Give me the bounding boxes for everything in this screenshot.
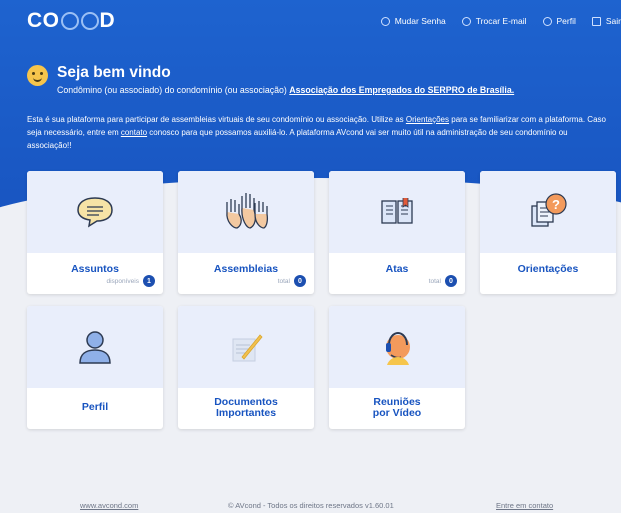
welcome-subtitle: Condômino (ou associado) do condomínio (… [57,85,514,95]
card-meta-text: total [277,277,290,285]
gear-icon [542,16,552,26]
card-icon-area [27,306,163,388]
change-email-link[interactable]: Trocar E-mail [461,16,527,26]
card-documentos-importantes[interactable]: Documentos Importantes [178,306,314,429]
card-label: Reuniões por Vídeo [329,397,465,419]
card-label: Documentos Importantes [178,397,314,419]
smiley-icon [27,65,48,86]
contact-link[interactable]: contato [121,128,147,137]
change-password-label: Mudar Senha [394,16,446,26]
welcome-title: Seja bem vindo [57,63,171,81]
question-document-icon: ? [531,193,567,227]
card-label: Assuntos [71,263,119,275]
change-password-link[interactable]: Mudar Senha [380,16,446,26]
card-label: Assembleias [213,263,279,275]
card-icon-area: ? [480,171,616,253]
card-label-line2: por Vídeo [372,407,422,419]
logo-text-left: CO [27,9,60,32]
card-meta-text: total [428,277,441,285]
document-pen-icon [232,334,263,362]
card-meta: disponíveis 1 [106,275,155,287]
logout-icon [591,16,601,26]
logo-ring-icon [60,12,79,30]
logout-link[interactable]: Sair [591,16,621,26]
at-sign-icon [461,16,471,26]
change-email-label: Trocar E-mail [475,16,527,26]
orientations-link[interactable]: Orientações [406,115,449,124]
intro-text-1: Esta é sua plataforma para participar de… [27,115,406,124]
card-label: Perfil [81,401,109,413]
svg-text:?: ? [552,197,560,212]
count-badge: 0 [294,275,306,287]
count-badge: 0 [445,275,457,287]
card-label-line2: Importantes [215,407,277,419]
card-perfil[interactable]: Perfil [27,306,163,429]
card-assuntos[interactable]: Assuntos disponíveis 1 [27,171,163,294]
card-reunioes-por-video[interactable]: Reuniões por Vídeo [329,306,465,429]
card-label: Atas [385,263,409,275]
card-label: Orientações [517,263,579,275]
subtitle-prefix: Condômino (ou associado) do condomínio (… [57,85,287,95]
card-meta: total 0 [278,275,306,287]
logo-text-right: D [99,9,116,32]
speech-bubble-icon [77,197,113,228]
intro-paragraph: Esta é sua plataforma para participar de… [27,113,607,152]
card-atas[interactable]: Atas total 0 [329,171,465,294]
profile-label: Perfil [556,16,576,26]
logout-label: Sair [605,16,621,26]
open-book-icon [381,198,413,224]
card-icon-area [178,171,314,253]
welcome-heading: Seja bem vindo [27,62,171,86]
website-link[interactable]: www.avcond.com [80,501,138,510]
card-icon-area [27,171,163,253]
card-icon-area [178,306,314,388]
contact-footer-link[interactable]: Entre em contato [496,501,553,510]
raised-hands-icon [226,193,269,229]
association-name[interactable]: Associação dos Empregados do SERPRO de B… [289,85,514,95]
copyright-text: © AVcond - Todos os direitos reservados … [228,501,394,510]
card-assembleias[interactable]: Assembleias total 0 [178,171,314,294]
count-badge: 1 [143,275,155,287]
avcond-logo[interactable]: CO D [27,9,115,33]
headset-user-icon [386,331,410,365]
lock-icon [380,16,390,26]
user-icon [79,331,111,364]
card-meta-text: disponíveis [106,277,139,285]
card-icon-area [329,171,465,253]
logo-ring-icon-2 [80,12,99,30]
card-meta: total 0 [429,275,457,287]
card-icon-area [329,306,465,388]
card-orientacoes[interactable]: ? Orientações [480,171,616,294]
profile-link[interactable]: Perfil [542,16,576,26]
top-navigation: Mudar Senha Trocar E-mail Perfil Sair [380,16,621,26]
